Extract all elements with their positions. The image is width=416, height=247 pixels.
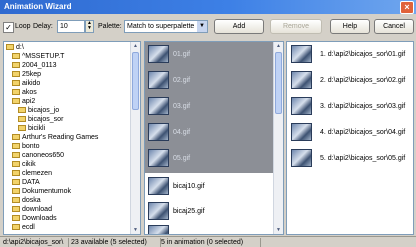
gif-thumbnail (291, 45, 312, 63)
scroll-thumb[interactable] (275, 52, 282, 114)
delay-label: Delay: (33, 23, 53, 30)
palette-select-value: Match to superpalette (127, 23, 195, 30)
folder-icon (12, 206, 20, 213)
folder-icon (12, 98, 20, 105)
folder-icon (12, 170, 20, 177)
folder-icon (18, 107, 26, 114)
gif-thumbnail (148, 45, 169, 63)
tree-item[interactable]: bonto (12, 143, 40, 151)
folder-icon (12, 152, 20, 159)
available-files-list[interactable]: 01.gif 02.gif 03.gif 04.gif 05.gif bicaj… (144, 41, 284, 235)
drive-icon (6, 44, 14, 51)
gif-thumbnail (148, 71, 169, 89)
tree-item[interactable]: bicajos_jo (18, 107, 59, 115)
status-path: d:\api2\bicajos_sor\ (0, 238, 69, 247)
tree-scrollbar[interactable]: ▲ ▼ (130, 42, 140, 234)
open-folder-icon (18, 116, 26, 123)
folder-icon (12, 143, 20, 150)
tree-item[interactable]: DATA (12, 179, 40, 187)
gif-thumbnail (148, 97, 169, 115)
tree-item[interactable]: bicikli (18, 125, 45, 133)
gif-thumbnail (291, 149, 312, 167)
title-bar: Animation Wizard × (0, 0, 416, 14)
palette-label: Palette: (98, 23, 122, 30)
available-scrollbar[interactable]: ▲ ▼ (273, 42, 283, 234)
folder-icon (12, 62, 20, 69)
folder-icon (12, 89, 20, 96)
gif-thumbnail (291, 123, 312, 141)
folder-icon (12, 71, 20, 78)
loop-label: Loop (15, 23, 31, 30)
folder-icon (12, 134, 20, 141)
delay-spinner[interactable]: ▲ ▼ (85, 20, 94, 33)
help-button[interactable]: Help (330, 19, 370, 34)
close-icon[interactable]: × (400, 1, 414, 14)
tree-item[interactable]: download (12, 206, 52, 214)
tree-item[interactable]: cikik (12, 161, 36, 169)
folder-icon (12, 197, 20, 204)
gif-thumbnail (291, 97, 312, 115)
status-bar: d:\api2\bicajos_sor\ 23 available (5 sel… (0, 236, 416, 247)
add-button[interactable]: Add (214, 19, 264, 34)
status-in-animation: 5 in animation (0 selected) (158, 238, 261, 247)
gif-thumbnail (148, 202, 169, 220)
remove-button[interactable]: Remove (270, 19, 322, 34)
tree-item[interactable]: Downloads (12, 215, 57, 223)
palette-select[interactable]: Match to superpalette ▼ (124, 20, 208, 33)
tree-item-selected[interactable]: bicajos_sor (18, 116, 63, 124)
tree-item[interactable]: akos (12, 89, 37, 97)
scroll-up-icon[interactable]: ▲ (274, 42, 283, 50)
tree-item[interactable]: clemezen (12, 170, 52, 178)
cancel-button[interactable]: Cancel (374, 19, 414, 34)
tree-item[interactable]: ^MSSETUP.T (12, 53, 64, 61)
loop-checkbox[interactable]: ✓ (3, 22, 14, 33)
folder-icon (12, 188, 20, 195)
tree-item[interactable]: aikido (12, 80, 40, 88)
window-title: Animation Wizard (4, 2, 72, 11)
folder-icon (12, 53, 20, 60)
scroll-down-icon[interactable]: ▼ (131, 226, 140, 234)
tree-item[interactable]: 25kep (12, 71, 41, 79)
folder-icon (12, 224, 20, 231)
tree-item[interactable]: api2 (12, 98, 35, 106)
scroll-thumb[interactable] (132, 52, 139, 110)
gif-thumbnail (148, 149, 169, 167)
folder-icon (12, 80, 20, 87)
animation-frames-list[interactable]: 1. d:\api2\bicajos_sor\01.gif 2. d:\api2… (286, 41, 414, 235)
folder-icon (12, 179, 20, 186)
scroll-up-icon[interactable]: ▲ (131, 42, 140, 50)
tree-item[interactable]: canoneos650 (12, 152, 64, 160)
folder-icon (18, 125, 26, 132)
status-available: 23 available (5 selected) (68, 238, 161, 247)
folder-icon (12, 215, 20, 222)
scroll-down-icon[interactable]: ▼ (274, 226, 283, 234)
tree-item[interactable]: ecdl (12, 224, 35, 232)
tree-item[interactable]: d:\ (6, 44, 24, 52)
folder-icon (12, 161, 20, 168)
chevron-down-icon: ▼ (197, 21, 207, 32)
gif-thumbnail (148, 225, 169, 234)
gif-thumbnail (148, 123, 169, 141)
folder-tree[interactable]: d:\ ^MSSETUP.T 2004_0113 25kep aikido ak… (3, 41, 141, 235)
toolbar: ✓ Loop Delay: 10 ▲ ▼ Palette: Match to su… (0, 19, 416, 37)
tree-item[interactable]: Arthur's Reading Games (12, 134, 98, 142)
delay-input[interactable]: 10 (57, 20, 85, 33)
gif-thumbnail (291, 71, 312, 89)
tree-item[interactable]: doska (12, 197, 41, 205)
animation-wizard-window: Animation Wizard × ✓ Loop Delay: 10 ▲ ▼ P… (0, 0, 416, 247)
tree-item[interactable]: Dokumentumok (12, 188, 71, 196)
tree-item[interactable]: 2004_0113 (12, 62, 57, 70)
gif-thumbnail (148, 177, 169, 195)
